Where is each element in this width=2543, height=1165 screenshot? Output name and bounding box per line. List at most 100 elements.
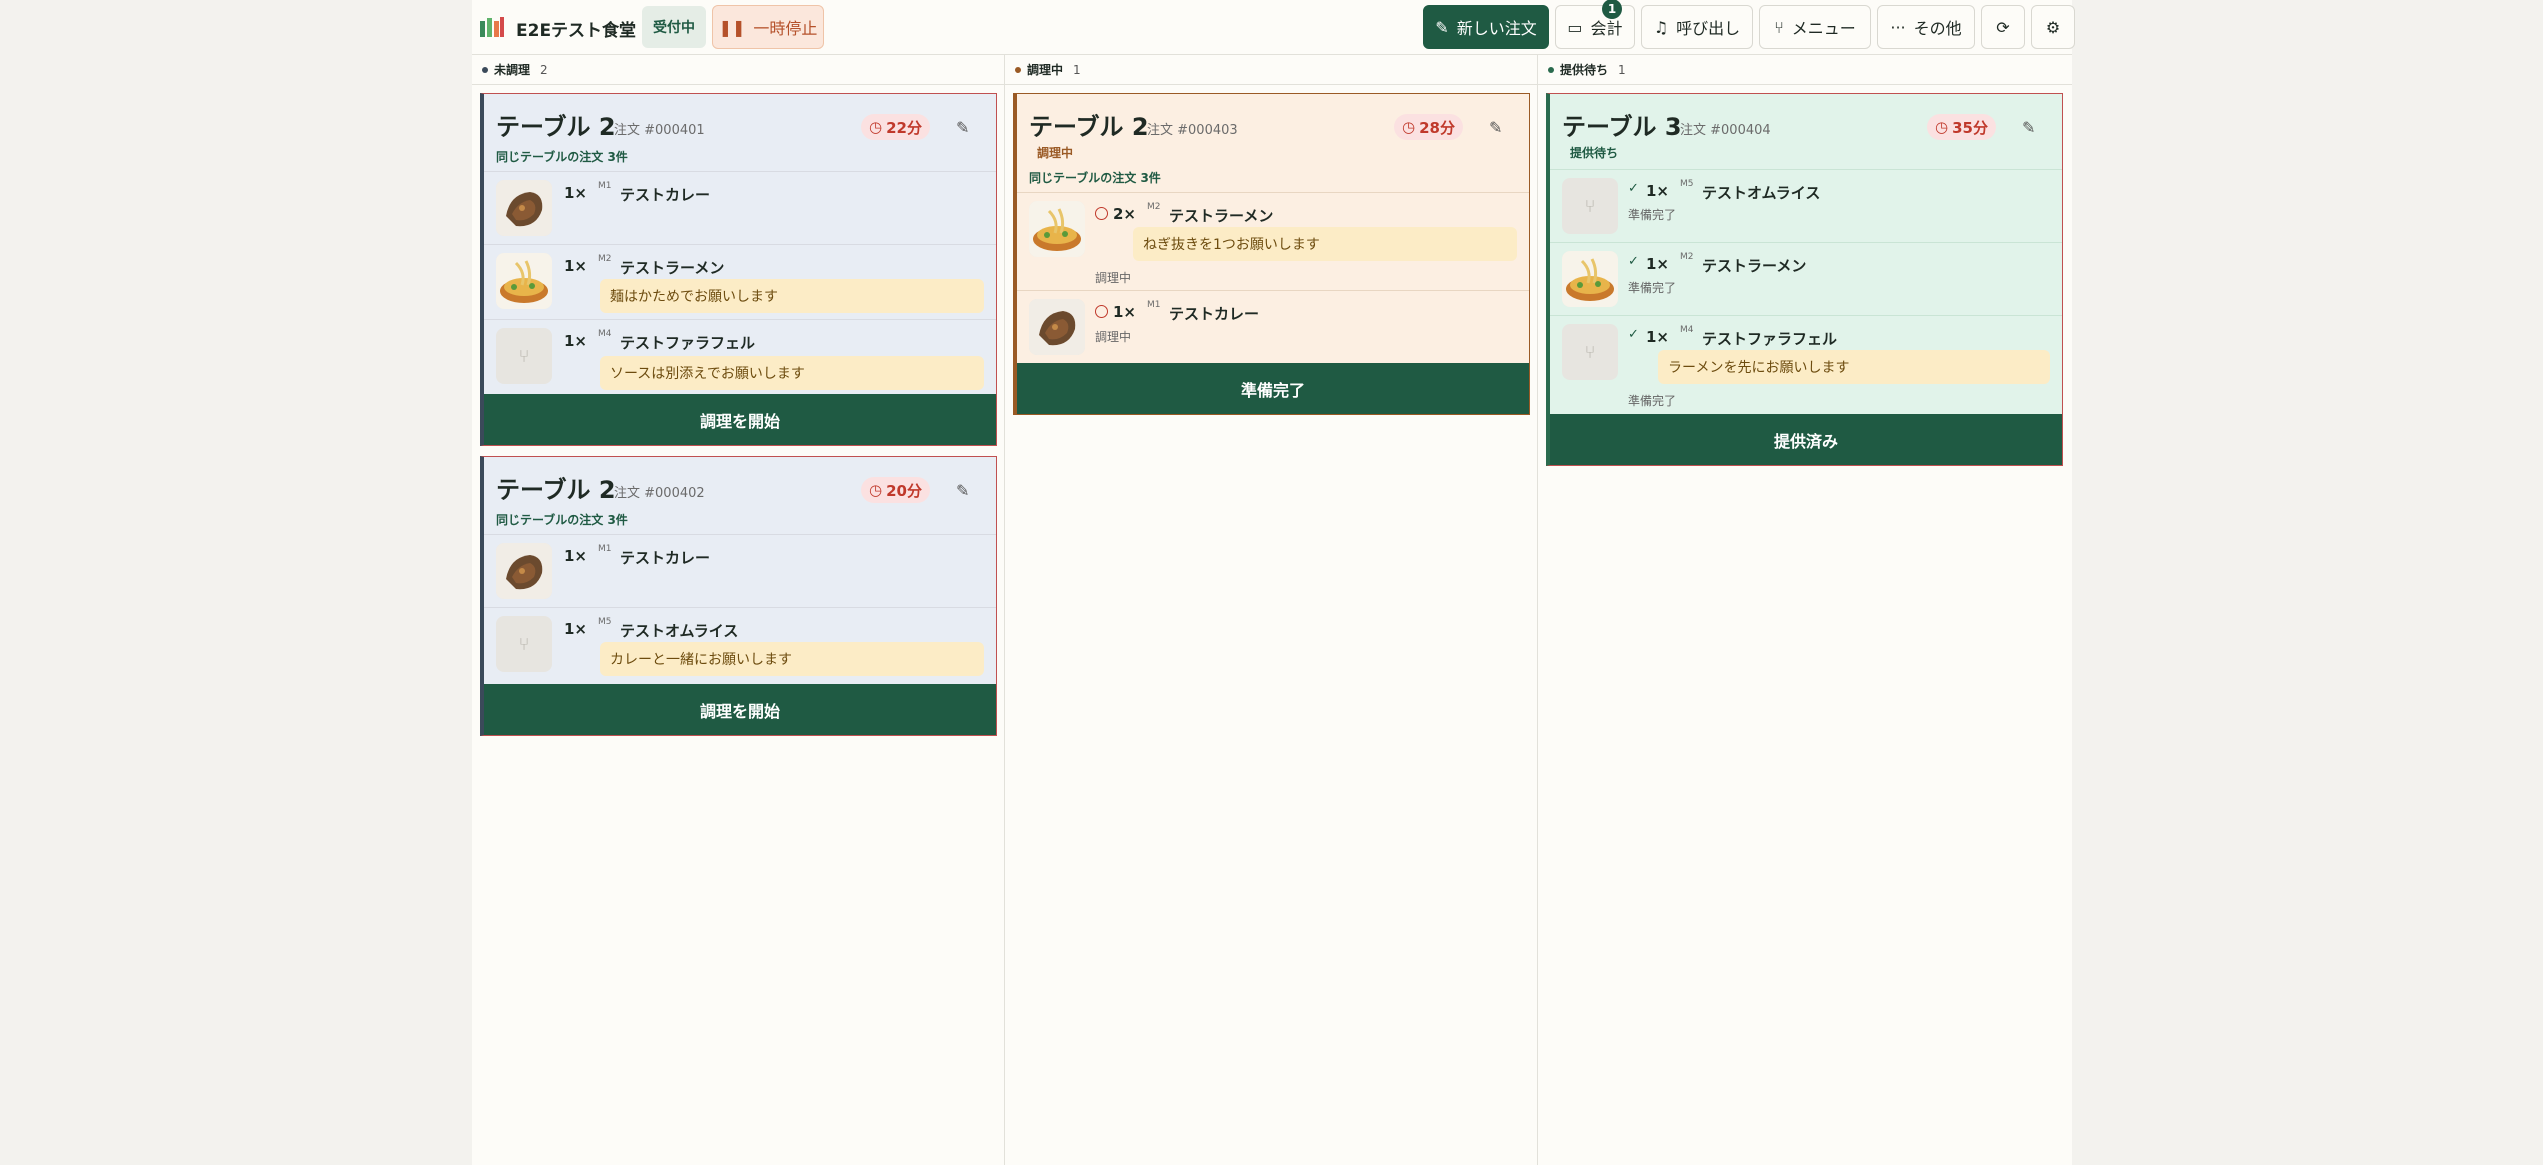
more-button[interactable]: ··· その他 bbox=[1877, 5, 1975, 49]
no-image-cutlery-icon: ⑂ bbox=[1562, 324, 1618, 380]
item-quantity: 1× bbox=[1113, 303, 1137, 321]
item-quantity: 1× bbox=[1646, 182, 1670, 200]
same-table-orders-link[interactable]: 同じテーブルの注文 3件 bbox=[496, 148, 628, 165]
check-icon: ✓ bbox=[1628, 181, 1639, 196]
item-name: テストカレー bbox=[1169, 305, 1260, 323]
item-note: ソースは別添えでお願いします bbox=[600, 356, 984, 390]
curry-image bbox=[1029, 299, 1085, 355]
item-note: ねぎ抜きを1つお願いします bbox=[1133, 227, 1517, 261]
pause-button[interactable]: ❚❚ 一時停止 bbox=[712, 5, 824, 49]
check-icon: ✓ bbox=[1628, 254, 1639, 269]
pause-label: 一時停止 bbox=[753, 19, 818, 38]
kitchen-board: 未調理 2 テーブル 2 注文 #000401 ◷ 22分 ✎ 同じテーブルの注… bbox=[472, 55, 2072, 1165]
item-quantity: 2× bbox=[1113, 205, 1137, 223]
start-cooking-button[interactable]: 調理を開始 bbox=[484, 684, 996, 735]
column-ready: 提供待ち 1 テーブル 3 注文 #000404 ◷ 35分 ✎ 提供待ち ⑂ … bbox=[1538, 55, 2072, 1165]
same-table-orders-link[interactable]: 同じテーブルの注文 3件 bbox=[496, 511, 628, 528]
item-name: テストカレー bbox=[620, 186, 711, 204]
elapsed-timer: ◷ 28分 bbox=[1394, 114, 1463, 140]
order-item: 1× M1 テストカレー bbox=[484, 171, 996, 244]
item-quantity: 1× bbox=[564, 547, 588, 565]
call-button[interactable]: ♫ 呼び出し bbox=[1641, 5, 1753, 49]
column-cooking: 調理中 1 テーブル 2 注文 #000403 ◷ 28分 ✎ 調理中 同じテー… bbox=[1005, 55, 1538, 1165]
restaurant-logo-icon bbox=[480, 17, 504, 37]
check-icon: ✓ bbox=[1628, 327, 1639, 342]
column-pending: 未調理 2 テーブル 2 注文 #000401 ◷ 22分 ✎ 同じテーブルの注… bbox=[472, 55, 1005, 1165]
clock-icon: ◷ bbox=[869, 118, 883, 136]
item-name: テストファラフェル bbox=[620, 334, 756, 352]
column-header: 未調理 2 bbox=[472, 55, 1004, 85]
item-status: 準備完了 bbox=[1628, 394, 1677, 408]
column-title: 調理中 bbox=[1027, 63, 1064, 77]
menu-button[interactable]: ⑂ メニュー bbox=[1759, 5, 1871, 49]
column-count: 2 bbox=[540, 62, 548, 77]
start-cooking-button[interactable]: 調理を開始 bbox=[484, 394, 996, 445]
clock-icon: ◷ bbox=[1935, 118, 1949, 136]
order-item: 1× M2 テストラーメン 麺はかためでお願いします bbox=[484, 244, 996, 319]
app-name: E2Eテスト食堂 bbox=[516, 21, 637, 41]
order-item: ⑂ 1× M5 テストオムライス カレーと一緒にお願いします bbox=[484, 607, 996, 682]
order-item: 1× M1 テストカレー 調理中 bbox=[1017, 290, 1529, 363]
edit-order-icon[interactable]: ✎ bbox=[2022, 118, 2040, 137]
item-note: カレーと一緒にお願いします bbox=[600, 642, 984, 676]
ramen-image bbox=[1029, 201, 1085, 257]
no-image-cutlery-icon: ⑂ bbox=[496, 616, 552, 672]
column-header: 調理中 1 bbox=[1005, 55, 1537, 85]
item-status: 調理中 bbox=[1095, 271, 1132, 285]
no-image-cutlery-icon: ⑂ bbox=[496, 328, 552, 384]
column-count: 1 bbox=[1618, 62, 1626, 77]
order-card[interactable]: テーブル 2 注文 #000403 ◷ 28分 ✎ 調理中 同じテーブルの注文 … bbox=[1013, 93, 1530, 415]
no-image-cutlery-icon: ⑂ bbox=[1562, 178, 1618, 234]
cutlery-icon: ⑂ bbox=[1774, 17, 1784, 37]
column-title: 提供待ち bbox=[1560, 63, 1609, 77]
order-item: ⑂ 1× M4 テストファラフェル ソースは別添えでお願いします bbox=[484, 319, 996, 395]
item-status: 調理中 bbox=[1095, 330, 1132, 344]
same-table-orders-link[interactable]: 同じテーブルの注文 3件 bbox=[1029, 169, 1161, 186]
menu-code: M2 bbox=[598, 254, 612, 264]
order-number: 注文 #000402 bbox=[614, 486, 705, 501]
settings-button[interactable]: ⚙ bbox=[2031, 5, 2075, 49]
column-header: 提供待ち 1 bbox=[1538, 55, 2072, 85]
menu-code: M2 bbox=[1147, 202, 1161, 212]
order-number: 注文 #000403 bbox=[1147, 123, 1238, 138]
checkout-button[interactable]: ▭ 会計 1 bbox=[1555, 0, 1635, 49]
column-count: 1 bbox=[1073, 62, 1081, 77]
order-card[interactable]: テーブル 3 注文 #000404 ◷ 35分 ✎ 提供待ち ⑂ ✓ 1× M5… bbox=[1546, 93, 2063, 466]
ramen-image bbox=[496, 253, 552, 309]
item-name: テストラーメン bbox=[1702, 257, 1807, 275]
order-number: 注文 #000404 bbox=[1680, 123, 1771, 138]
menu-code: M4 bbox=[1680, 325, 1694, 335]
menu-code: M1 bbox=[1147, 300, 1161, 310]
table-name: テーブル 2 bbox=[1029, 113, 1149, 141]
elapsed-time: 20分 bbox=[886, 481, 922, 500]
ticket-icon: ▭ bbox=[1567, 17, 1583, 37]
mark-ready-button[interactable]: 準備完了 bbox=[1017, 363, 1529, 414]
menu-code: M1 bbox=[598, 181, 612, 191]
ellipsis-icon: ··· bbox=[1890, 17, 1906, 37]
edit-order-icon[interactable]: ✎ bbox=[956, 118, 974, 137]
mark-served-button[interactable]: 提供済み bbox=[1550, 414, 2062, 465]
menu-code: M1 bbox=[598, 544, 612, 554]
edit-order-icon[interactable]: ✎ bbox=[956, 481, 974, 500]
checkout-label: 会計 bbox=[1590, 19, 1623, 38]
ramen-image bbox=[1562, 251, 1618, 307]
clock-icon: ◷ bbox=[869, 481, 883, 499]
new-order-button[interactable]: ✎ 新しい注文 bbox=[1423, 5, 1549, 49]
order-card[interactable]: テーブル 2 注文 #000401 ◷ 22分 ✎ 同じテーブルの注文 3件 1… bbox=[480, 93, 997, 446]
refresh-button[interactable]: ⟳ bbox=[1981, 5, 2025, 49]
elapsed-time: 22分 bbox=[886, 118, 922, 137]
table-name: テーブル 2 bbox=[496, 476, 616, 504]
item-note: 麺はかためでお願いします bbox=[600, 279, 984, 313]
edit-order-icon[interactable]: ✎ bbox=[1489, 118, 1507, 137]
column-title: 未調理 bbox=[494, 63, 531, 77]
menu-code: M5 bbox=[1680, 179, 1694, 189]
elapsed-timer: ◷ 22分 bbox=[861, 114, 930, 140]
order-card[interactable]: テーブル 2 注文 #000402 ◷ 20分 ✎ 同じテーブルの注文 3件 1… bbox=[480, 456, 997, 736]
cooking-clock-icon bbox=[1095, 305, 1108, 318]
call-label: 呼び出し bbox=[1676, 19, 1741, 38]
order-item: ⑂ ✓ 1× M4 テストファラフェル ラーメンを先にお願いします 準備完了 bbox=[1550, 315, 2062, 415]
curry-image bbox=[496, 543, 552, 599]
item-quantity: 1× bbox=[564, 332, 588, 350]
order-number: 注文 #000401 bbox=[614, 123, 705, 138]
item-name: テストラーメン bbox=[1169, 207, 1274, 225]
